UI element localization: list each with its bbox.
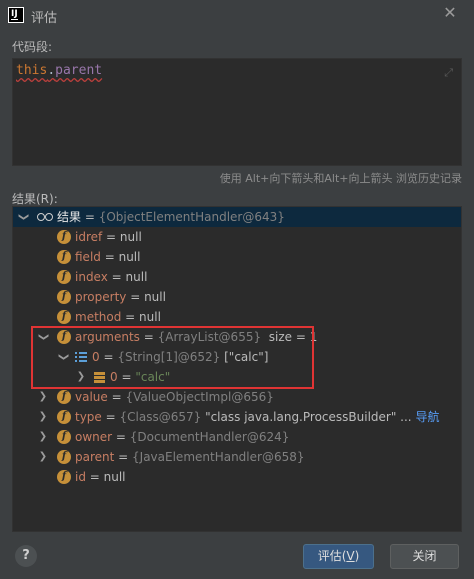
tree-row-result[interactable]: ❯ 结果 = {ObjectElementHandler@643} <box>13 207 461 227</box>
result-label: 结果(R): <box>12 192 58 206</box>
expand-arrow-icon[interactable]: ❯ <box>37 427 49 447</box>
code-expression[interactable]: this.parent <box>16 63 102 78</box>
help-button[interactable]: ? <box>15 545 37 567</box>
tree-row-method[interactable]: f method = null <box>13 307 461 327</box>
expand-arrow-icon[interactable]: ❯ <box>37 387 49 407</box>
field-icon: f <box>57 310 71 324</box>
field-icon: f <box>57 410 71 424</box>
evaluate-button-label: 评估( <box>317 549 347 563</box>
dialog-title: 评估 <box>31 11 58 26</box>
navigate-link[interactable]: 导航 <box>415 410 439 424</box>
collapse-arrow-icon[interactable]: ❯ <box>13 211 33 223</box>
field-icon: f <box>57 270 71 284</box>
intellij-logo-icon: IJ <box>8 7 24 23</box>
field-icon: f <box>57 290 71 304</box>
tree-row-field[interactable]: f field = null <box>13 247 461 267</box>
tree-node-name: 结果 <box>57 210 82 224</box>
code-field: parent <box>55 63 103 78</box>
tree-row-idref[interactable]: f idref = null <box>13 227 461 247</box>
code-fragment-label: 代码段: <box>12 40 53 54</box>
close-icon[interactable]: ✕ <box>442 5 458 21</box>
expand-arrow-icon[interactable]: ❯ <box>37 447 49 467</box>
field-icon: f <box>57 430 71 444</box>
title-bar: IJ 评估 ✕ <box>0 0 474 30</box>
tree-row-parent[interactable]: ❯ f parent = {JavaElementHandler@658} <box>13 447 461 467</box>
evaluate-button-close: ) <box>354 549 360 563</box>
code-editor[interactable]: this.parent ⤢ <box>12 58 462 166</box>
tree-row-type[interactable]: ❯ f type = {Class@657} "class java.lang.… <box>13 407 461 427</box>
field-icon: f <box>57 250 71 264</box>
tree-row-owner[interactable]: ❯ f owner = {DocumentHandler@624} <box>13 427 461 447</box>
tree-row-value[interactable]: ❯ f value = {ValueObjectImpl@656} <box>13 387 461 407</box>
field-icon: f <box>57 450 71 464</box>
highlight-annotation-box <box>31 326 314 389</box>
expand-arrow-icon[interactable]: ❯ <box>37 407 49 427</box>
code-dot: . <box>47 63 56 78</box>
code-keyword: this <box>16 63 48 78</box>
tree-row-property[interactable]: f property = null <box>13 287 461 307</box>
tree-row-id[interactable]: f id = null <box>13 467 461 487</box>
history-hint: 使用 Alt+向下箭头和Alt+向上箭头 浏览历史记录 <box>219 172 462 185</box>
evaluate-button[interactable]: 评估(V) <box>303 544 374 569</box>
tree-row-index[interactable]: f index = null <box>13 267 461 287</box>
watch-glasses-icon <box>37 213 53 221</box>
evaluate-button-mnemonic: V <box>346 549 355 563</box>
field-icon: f <box>57 390 71 404</box>
close-button[interactable]: 关闭 <box>390 544 459 569</box>
field-icon: f <box>57 470 71 484</box>
expand-editor-icon[interactable]: ⤢ <box>444 66 453 80</box>
field-icon: f <box>57 230 71 244</box>
